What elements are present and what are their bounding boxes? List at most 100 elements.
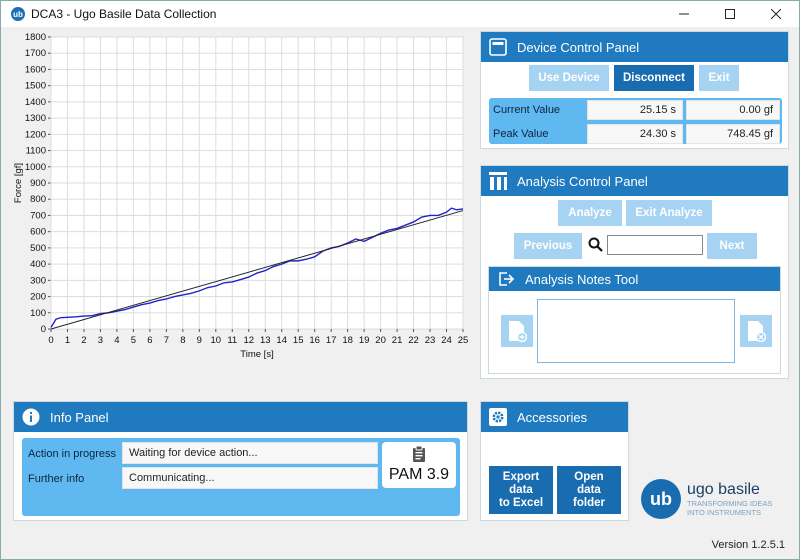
minimize-icon	[679, 13, 689, 15]
y-tick-label: 600	[30, 227, 46, 238]
device-control-panel: Device Control Panel Use Device Disconne…	[480, 31, 789, 149]
info-panel: Info Panel Action in progress Waiting fo…	[13, 401, 468, 521]
y-tick-label: 100	[30, 308, 46, 319]
title-bar: ub DCA3 - Ugo Basile Data Collection	[1, 1, 799, 27]
app-window: ub DCA3 - Ugo Basile Data Collection 0 10…	[0, 0, 800, 560]
notes-tool-header: Analysis Notes Tool	[489, 267, 780, 291]
brand-name: ugo basile	[687, 481, 760, 498]
current-time-value: 25.15 s	[587, 100, 683, 120]
x-tick-label: 8	[180, 335, 185, 346]
peak-value-label: Peak Value	[493, 128, 549, 140]
further-info-value: Communicating...	[122, 467, 378, 489]
x-tick-label: 3	[98, 335, 103, 346]
pam-version: PAM 3.9	[388, 466, 450, 483]
x-tick-label: 14	[276, 335, 287, 346]
y-tick-label: 200	[30, 292, 46, 303]
delete-note-icon	[748, 321, 766, 342]
x-tick-label: 15	[293, 335, 304, 346]
notes-tool-title: Analysis Notes Tool	[525, 271, 639, 287]
y-tick-label: 1800	[25, 32, 46, 43]
window-title: DCA3 - Ugo Basile Data Collection	[31, 7, 217, 21]
export-excel-label: Export data to Excel	[498, 470, 544, 509]
maximize-icon	[725, 9, 735, 19]
chart-svg: 0100200300400500600700800900100011001200…	[13, 32, 469, 360]
app-logo-icon: ub	[11, 7, 25, 21]
open-data-folder-label: Open data folder	[573, 470, 605, 509]
close-icon	[771, 9, 781, 19]
y-tick-label: 900	[30, 178, 46, 189]
x-tick-label: 5	[131, 335, 136, 346]
x-tick-label: 17	[326, 335, 337, 346]
peak-force-value: 748.45 gf	[686, 124, 780, 144]
x-tick-label: 23	[425, 335, 436, 346]
use-device-button[interactable]: Use Device	[529, 65, 609, 91]
y-tick-label: 800	[30, 194, 46, 205]
disconnect-button[interactable]: Disconnect	[614, 65, 694, 91]
info-panel-title: Info Panel	[50, 409, 109, 425]
x-tick-label: 12	[243, 335, 254, 346]
y-tick-label: 300	[30, 275, 46, 286]
x-tick-label: 2	[81, 335, 86, 346]
clipboard-icon	[413, 446, 425, 462]
close-button[interactable]	[753, 1, 799, 27]
info-icon	[22, 408, 40, 426]
accessories-title: Accessories	[517, 409, 588, 425]
x-tick-label: 11	[227, 335, 237, 346]
panel-icon	[489, 38, 507, 56]
ub-logo-mark: ub	[641, 479, 681, 519]
further-info-label: Further info	[28, 473, 85, 485]
x-tick-label: 10	[211, 335, 222, 346]
y-tick-label: 1000	[25, 162, 46, 173]
y-tick-label: 500	[30, 243, 46, 254]
maximize-button[interactable]	[707, 1, 753, 27]
x-tick-label: 13	[260, 335, 271, 346]
x-tick-label: 22	[408, 335, 419, 346]
chart-bars-icon	[489, 172, 507, 190]
open-data-folder-button[interactable]: Open data folder	[557, 466, 621, 514]
add-note-button[interactable]	[501, 315, 533, 347]
current-force-value: 0.00 gf	[686, 100, 780, 120]
x-tick-label: 7	[164, 335, 169, 346]
x-tick-label: 6	[147, 335, 152, 346]
y-tick-label: 1300	[25, 113, 46, 124]
x-axis-title: Time [s]	[240, 349, 273, 360]
x-tick-label: 0	[48, 335, 53, 346]
exit-analyze-button[interactable]: Exit Analyze	[626, 200, 712, 226]
device-panel-header: Device Control Panel	[481, 32, 788, 62]
peak-time-value: 24.30 s	[587, 124, 683, 144]
brand-tagline-1: TRANSFORMING IDEAS	[687, 499, 773, 508]
x-tick-label: 20	[375, 335, 386, 346]
y-tick-label: 1600	[25, 64, 46, 75]
y-tick-label: 1500	[25, 81, 46, 92]
version-label: Version 1.2.5.1	[711, 539, 785, 551]
current-value-label: Current Value	[493, 104, 561, 116]
x-tick-label: 18	[342, 335, 353, 346]
info-panel-header: Info Panel	[14, 402, 467, 432]
x-tick-label: 21	[392, 335, 403, 346]
x-tick-label: 24	[441, 335, 452, 346]
analyze-button[interactable]: Analyze	[558, 200, 622, 226]
previous-button[interactable]: Previous	[514, 233, 582, 259]
delete-note-button[interactable]	[740, 315, 772, 347]
force-chart: 0 100 200 300 400 500 600 700 800 900 1000 1100 1200…	[7, 29, 471, 369]
analysis-notes-tool: Analysis Notes Tool	[488, 266, 781, 374]
y-tick-label: 1200	[25, 129, 46, 140]
add-note-icon	[509, 321, 527, 342]
y-axis-title: Force [gf]	[13, 163, 24, 203]
x-tick-label: 1	[65, 335, 70, 346]
x-tick-label: 25	[458, 335, 469, 346]
next-button[interactable]: Next	[707, 233, 757, 259]
y-tick-label: 700	[30, 210, 46, 221]
minimize-button[interactable]	[661, 1, 707, 27]
analysis-panel-title: Analysis Control Panel	[517, 173, 648, 189]
device-panel-title: Device Control Panel	[517, 39, 640, 55]
y-tick-label: 0	[41, 324, 46, 335]
notes-textarea[interactable]	[537, 299, 735, 363]
x-tick-label: 4	[114, 335, 119, 346]
pam-version-box: PAM 3.9	[382, 442, 456, 488]
search-input[interactable]	[607, 235, 703, 255]
ugo-basile-logo: ub ugo basile TRANSFORMING IDEAS INTO IN…	[635, 467, 793, 531]
exit-button[interactable]: Exit	[699, 65, 739, 91]
export-excel-button[interactable]: Export data to Excel	[489, 466, 553, 514]
analysis-panel-header: Analysis Control Panel	[481, 166, 788, 196]
